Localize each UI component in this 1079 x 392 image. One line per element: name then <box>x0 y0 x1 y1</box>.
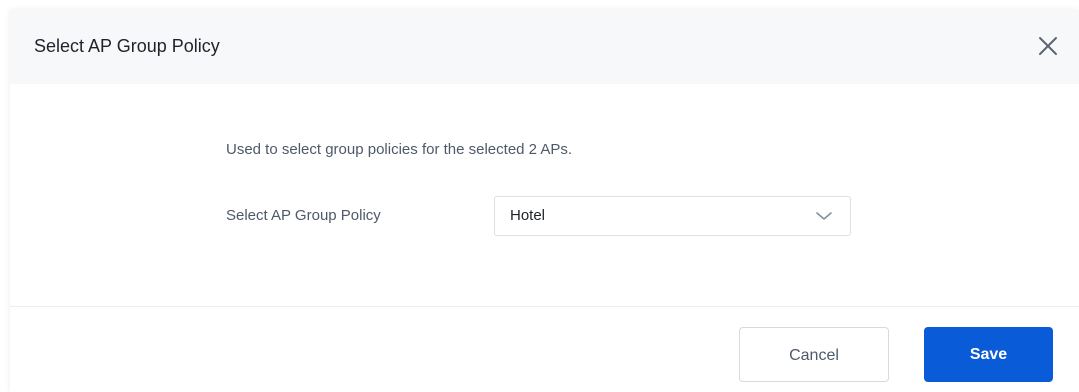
select-value: Hotel <box>510 207 546 224</box>
cancel-button[interactable]: Cancel <box>739 327 889 382</box>
close-button[interactable] <box>1036 34 1060 58</box>
dialog-description: Used to select group policies for the se… <box>226 141 573 158</box>
group-policy-label: Select AP Group Policy <box>226 207 381 224</box>
chevron-down-icon <box>815 210 833 222</box>
close-icon <box>1036 34 1060 58</box>
dialog-header: Select AP Group Policy <box>10 10 1079 84</box>
dialog-title: Select AP Group Policy <box>34 36 220 56</box>
save-button[interactable]: Save <box>924 327 1053 382</box>
group-policy-select[interactable]: Hotel <box>494 196 851 236</box>
footer-divider <box>10 306 1079 307</box>
select-ap-group-policy-dialog: Select AP Group Policy Used to select gr… <box>10 10 1079 392</box>
